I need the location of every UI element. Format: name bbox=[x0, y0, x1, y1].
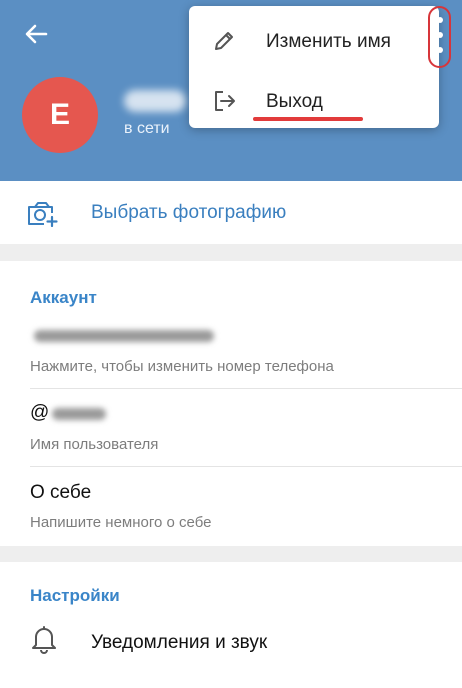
phone-hint: Нажмите, чтобы изменить номер телефона bbox=[30, 358, 334, 375]
choose-photo-row[interactable]: Выбрать фотографию bbox=[0, 181, 462, 244]
menu-item-edit-name[interactable]: Изменить имя bbox=[189, 12, 439, 68]
username-hint: Имя пользователя bbox=[30, 436, 159, 453]
name-redacted bbox=[124, 90, 186, 112]
menu-item-label: Изменить имя bbox=[266, 31, 391, 52]
camera-add-icon bbox=[28, 202, 58, 227]
pencil-icon bbox=[215, 32, 233, 50]
more-dot bbox=[437, 32, 443, 38]
section-divider bbox=[0, 244, 462, 261]
bell-icon bbox=[32, 626, 56, 654]
menu-item-label: Выход bbox=[266, 91, 323, 112]
phone-redacted bbox=[34, 330, 214, 342]
notifications-and-sound-item[interactable]: Уведомления и звук bbox=[91, 632, 267, 654]
back-button[interactable] bbox=[20, 18, 52, 50]
username-redacted bbox=[52, 408, 106, 420]
settings-section-title: Настройки bbox=[30, 586, 120, 605]
arrow-left-icon bbox=[25, 24, 48, 44]
about-field[interactable]: О себе Напишите немного о себе bbox=[0, 480, 462, 544]
logout-icon bbox=[215, 91, 235, 111]
row-divider bbox=[30, 388, 462, 389]
phone-field[interactable]: Нажмите, чтобы изменить номер телефона bbox=[0, 322, 462, 388]
more-dot bbox=[437, 47, 443, 53]
red-underline-annotation bbox=[253, 117, 363, 121]
about-value: О себе bbox=[30, 482, 92, 503]
row-divider bbox=[30, 466, 462, 467]
more-menu-button[interactable] bbox=[428, 6, 451, 68]
username-prefix: @ bbox=[30, 402, 50, 423]
avatar[interactable]: E bbox=[22, 77, 98, 153]
section-divider bbox=[0, 546, 462, 562]
account-section-title: Аккаунт bbox=[30, 288, 97, 307]
overflow-menu: Изменить имя Выход bbox=[189, 6, 439, 128]
choose-photo-label: Выбрать фотографию bbox=[91, 202, 287, 223]
username-field[interactable]: @ Имя пользователя bbox=[0, 400, 462, 466]
more-dot bbox=[437, 17, 443, 23]
about-hint: Напишите немного о себе bbox=[30, 514, 212, 531]
online-status: в сети bbox=[124, 120, 170, 137]
